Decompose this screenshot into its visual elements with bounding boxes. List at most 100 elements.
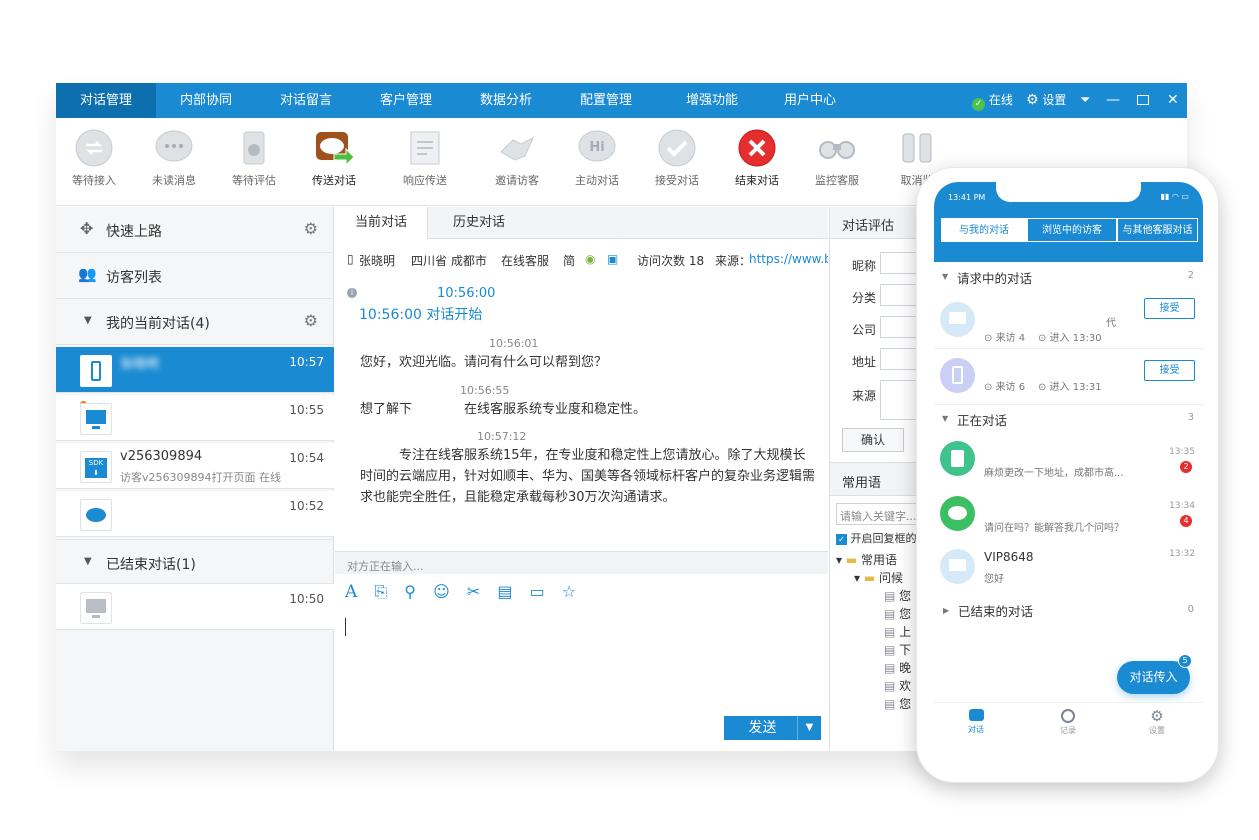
phone-tab-my-chats[interactable]: 与我的对话: [941, 218, 1027, 242]
tree-leaf[interactable]: ▤ 欢: [836, 677, 911, 695]
invite-visitor-button[interactable]: 邀请访客: [482, 128, 552, 188]
tree-leaf-label: 您: [899, 589, 912, 603]
conversation-item[interactable]: 10:50: [56, 584, 334, 630]
conversation-name: v256309894: [120, 449, 203, 464]
chat-preview: 您好: [984, 574, 1004, 585]
font-icon[interactable]: A: [345, 582, 357, 602]
section-title: 我的当前对话(4): [106, 316, 210, 332]
conversation-item[interactable]: 10:52: [56, 491, 334, 537]
tab-history-chat[interactable]: 历史对话: [433, 207, 525, 239]
gear-icon[interactable]: ⚙: [304, 311, 318, 330]
nav-chats[interactable]: 对话: [956, 709, 996, 735]
dropdown-icon[interactable]: ⏷: [1080, 83, 1090, 118]
phone-tab-other-agents[interactable]: 与其他客服对话: [1117, 218, 1198, 242]
accept-button[interactable]: 接受: [1144, 298, 1195, 319]
menu-tab-collab[interactable]: 内部协同: [156, 83, 256, 118]
toolbar-label: 主动对话: [575, 174, 619, 187]
tree-leaf[interactable]: ▤ 下: [836, 641, 911, 659]
online-status[interactable]: ✓ 在线: [972, 83, 1013, 118]
message-text: 想了解下 在线客服系统专业度和稳定性。: [360, 402, 647, 417]
menu-tab-analytics[interactable]: 数据分析: [456, 83, 556, 118]
message-input[interactable]: [335, 610, 828, 710]
section-requesting[interactable]: ▼ 请求中的对话 2: [934, 262, 1203, 292]
scissors-icon[interactable]: ✂: [467, 582, 480, 601]
auto-reply-checkbox[interactable]: ✓ 开启回复框的: [836, 530, 917, 546]
visitor-service: 在线客服: [501, 254, 550, 268]
conversation-item[interactable]: SDK ⬇ v256309894 访客v256309894打开页面 在线 10:5…: [56, 443, 334, 489]
accept-conversation-button[interactable]: 接受对话: [642, 128, 712, 188]
section-ended[interactable]: ▶ 已结束的对话 0: [934, 597, 1203, 627]
folder-icon[interactable]: ⎘: [374, 582, 387, 602]
search-icon[interactable]: ⚲: [404, 582, 416, 601]
section-active[interactable]: ▼ 正在对话 3: [934, 406, 1203, 436]
phrase-search-input[interactable]: 请输入关键字...: [836, 503, 920, 525]
accept-button[interactable]: 接受: [1144, 360, 1195, 381]
tree-leaf[interactable]: ▤ 您: [836, 587, 911, 605]
emoji-icon[interactable]: ☺: [433, 582, 450, 601]
tree-leaf[interactable]: ▤ 晚: [836, 659, 911, 677]
menu-tab-user-center[interactable]: 用户中心: [760, 83, 860, 118]
transfer-conversation-button[interactable]: 传送对话: [299, 128, 369, 188]
end-conversation-button[interactable]: 结束对话: [722, 128, 792, 188]
nav-records[interactable]: 记录: [1048, 709, 1088, 736]
request-item[interactable]: ⊙ 来访 4 ⊙ 进入 13:30 代 接受: [934, 294, 1203, 349]
sidebar: ✥ 快速上路 ⚙ 👥 访客列表 ▼ 我的当前对话(4) ⚙ 张晓明 10:57 …: [56, 207, 334, 751]
wait-accept-button[interactable]: 等待接入: [59, 128, 129, 188]
desktop-avatar-icon: [940, 302, 975, 337]
monitor-agent-button[interactable]: 监控客服: [802, 128, 872, 188]
online-label: 在线: [988, 93, 1013, 107]
menu-tab-messages[interactable]: 对话留言: [256, 83, 356, 118]
proactive-chat-button[interactable]: Hi 主动对话: [562, 128, 632, 188]
tree-leaf[interactable]: ▤ 您: [836, 605, 911, 623]
conversation-time: 10:57: [289, 355, 324, 369]
mobile-icon: [80, 355, 112, 387]
gear-icon: ⚙: [1026, 92, 1039, 108]
gear-icon[interactable]: ⚙: [304, 219, 318, 238]
star-icon[interactable]: ☆: [562, 582, 576, 601]
chat-item[interactable]: VIP8648 您好 13:32: [934, 545, 1203, 599]
chat-item[interactable]: 麻烦更改一下地址，成都市高... 13:35 2: [934, 437, 1203, 491]
maximize-icon[interactable]: [1137, 83, 1149, 118]
card-icon[interactable]: ▭: [530, 582, 545, 601]
tree-leaf[interactable]: ▤ 上: [836, 623, 911, 641]
section-ended-conversations[interactable]: ▼ 已结束对话(1): [56, 539, 334, 584]
respond-transfer-button[interactable]: 响应传送: [390, 128, 460, 188]
sidebar-item-quick-start[interactable]: ✥ 快速上路 ⚙: [56, 207, 334, 253]
chat-start-text: 10:56:00 对话开始: [359, 307, 483, 323]
request-item[interactable]: ⊙ 来访 6 ⊙ 进入 13:31 接受: [934, 350, 1203, 405]
chat-item[interactable]: 请问在吗？能解答我几个问吗？ 13:34 4: [934, 492, 1203, 546]
unread-messages-button[interactable]: 未读消息: [139, 128, 209, 188]
settings-menu[interactable]: ⚙ 设置: [1026, 83, 1066, 118]
minimize-icon[interactable]: —: [1106, 83, 1120, 118]
sidebar-item-label: 访客列表: [106, 270, 162, 286]
field-label: 昵称: [852, 259, 877, 273]
wait-evaluate-button[interactable]: 等待评估: [219, 128, 289, 188]
tree-root[interactable]: ▾ ▬ 常用语: [836, 551, 911, 569]
tab-common-phrases[interactable]: 常用语: [842, 472, 881, 491]
menu-tab-config[interactable]: 配置管理: [556, 83, 656, 118]
message-time: 10:56:01: [489, 337, 539, 350]
tab-current-chat[interactable]: 当前对话: [335, 207, 429, 239]
conversation-item[interactable]: 10:55: [56, 395, 334, 441]
visitor-source-link[interactable]: https://www.b: [749, 252, 828, 266]
field-label: 地址: [852, 355, 877, 369]
chevron-down-icon[interactable]: ▼: [797, 716, 821, 740]
document-icon[interactable]: ▤: [497, 582, 512, 601]
menu-tab-conversation[interactable]: 对话管理: [56, 83, 156, 118]
menu-tab-customers[interactable]: 客户管理: [356, 83, 456, 118]
confirm-button[interactable]: 确认: [842, 428, 904, 452]
send-button[interactable]: 发送 ▼: [724, 716, 821, 740]
signal-icon: ▮▮ ◠ ▭: [1160, 192, 1189, 201]
tree-leaf[interactable]: ▤ 您: [836, 695, 911, 713]
section-current-conversations[interactable]: ▼ 我的当前对话(4) ⚙: [56, 299, 334, 345]
menu-tab-enhance[interactable]: 增强功能: [662, 83, 762, 118]
tab-evaluation[interactable]: 对话评估: [842, 215, 894, 234]
close-icon[interactable]: ✕: [1167, 83, 1179, 118]
conversation-item[interactable]: 张晓明 10:57: [56, 347, 334, 393]
incoming-chat-button[interactable]: 对话传入 5: [1117, 654, 1192, 694]
toolbar-label: 响应传送: [403, 174, 447, 187]
sidebar-item-visitors[interactable]: 👥 访客列表: [56, 253, 334, 299]
tree-folder[interactable]: ▾ ▬ 问候: [836, 569, 911, 587]
phone-tab-browsing[interactable]: 浏览中的访客: [1027, 218, 1117, 242]
nav-settings[interactable]: ⚙ 设置: [1137, 709, 1177, 736]
